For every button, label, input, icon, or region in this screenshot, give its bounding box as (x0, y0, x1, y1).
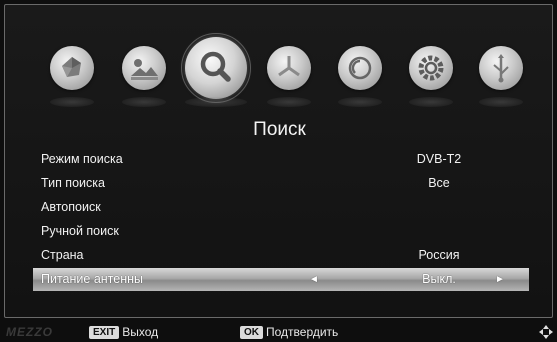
icon-reflection (122, 97, 166, 107)
row-search-type[interactable]: Тип поиска Все (33, 172, 529, 195)
row-manual-search[interactable]: Ручной поиск (33, 220, 529, 243)
icon-reflection (479, 97, 523, 107)
search-icon[interactable] (181, 33, 251, 103)
row-label: Питание антенны (41, 272, 143, 286)
option-icon[interactable] (338, 46, 382, 90)
ok-label: Подтвердить (266, 325, 339, 339)
navigation-arrows-icon (539, 325, 553, 339)
row-value: Все (428, 176, 450, 190)
settings-icon[interactable] (409, 46, 453, 90)
icon-reflection (185, 97, 247, 107)
row-value: Выкл. (422, 272, 456, 286)
menu-frame: Поиск Режим поиска DVB-T2 Тип поиска Все… (4, 4, 553, 318)
exit-hint[interactable]: EXIT Выход (89, 322, 158, 342)
row-country[interactable]: Страна Россия (33, 244, 529, 267)
image-icon[interactable] (122, 46, 166, 90)
ok-key: OK (240, 326, 263, 340)
icon-reflection (338, 97, 382, 107)
row-label: Автопоиск (41, 200, 101, 214)
icon-reflection (267, 97, 311, 107)
footer-bar: MEZZO EXIT Выход OK Подтвердить (0, 322, 557, 342)
row-value: DVB-T2 (416, 152, 462, 166)
row-antenna-power[interactable]: Питание антенны ◄ Выкл. ► (33, 268, 529, 291)
row-label: Страна (41, 248, 84, 262)
picture-icon[interactable] (50, 46, 94, 90)
usb-icon[interactable] (479, 46, 523, 90)
arrow-left-icon[interactable]: ◄ (309, 268, 319, 291)
arrow-right-icon[interactable]: ► (495, 268, 505, 291)
row-auto-search[interactable]: Автопоиск (33, 196, 529, 219)
row-label: Ручной поиск (41, 224, 119, 238)
icon-reflection (409, 97, 453, 107)
row-value: Россия (418, 248, 460, 262)
page-title: Поиск (253, 119, 306, 140)
ok-hint[interactable]: OK Подтвердить (240, 322, 338, 342)
exit-key: EXIT (89, 326, 120, 340)
time-icon[interactable] (267, 46, 311, 90)
row-search-mode[interactable]: Режим поиска DVB-T2 (33, 148, 529, 171)
row-label: Режим поиска (41, 152, 123, 166)
brand-logo: MEZZO (6, 325, 53, 339)
exit-label: Выход (122, 325, 159, 339)
menu-icon-bar (5, 19, 554, 119)
icon-reflection (50, 97, 94, 107)
row-label: Тип поиска (41, 176, 105, 190)
